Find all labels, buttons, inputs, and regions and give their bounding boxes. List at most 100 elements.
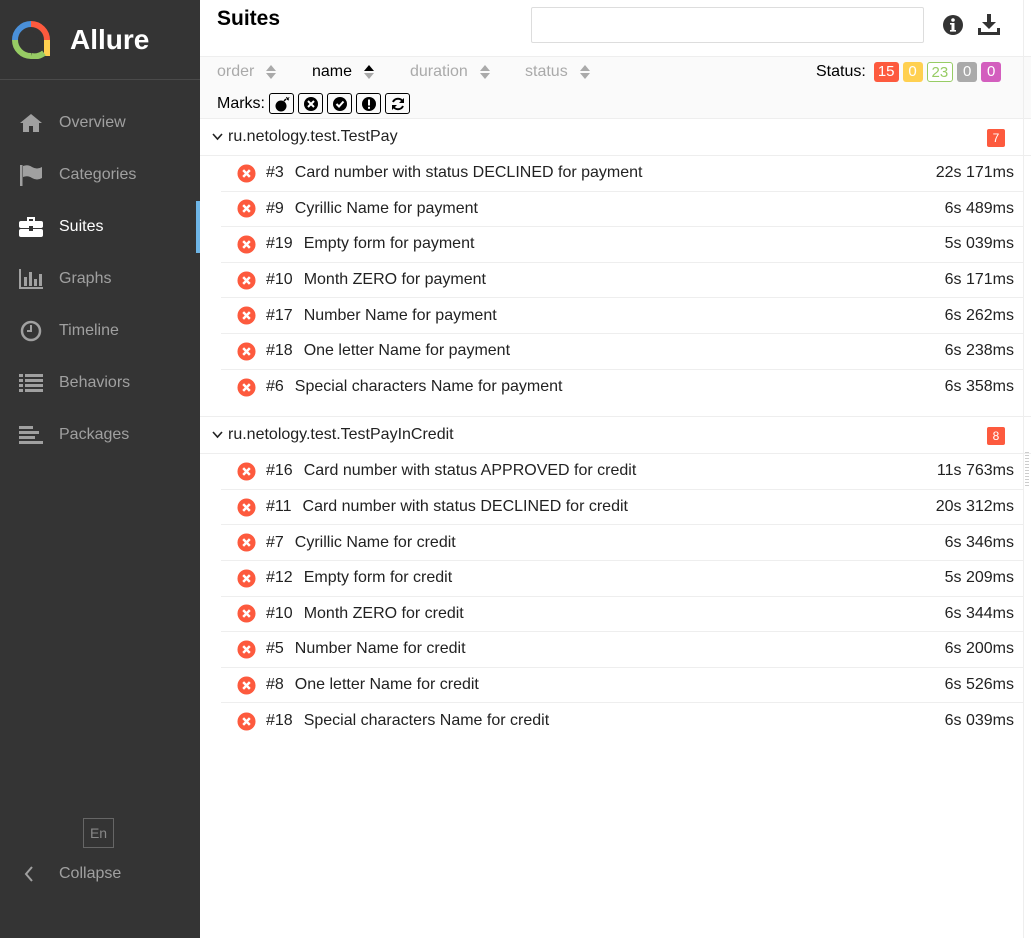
test-duration: 6s 039ms bbox=[944, 712, 1014, 730]
info-icon[interactable] bbox=[941, 13, 965, 37]
check-circle-icon bbox=[332, 96, 347, 111]
status-failed-toggle[interactable]: 15 bbox=[873, 62, 899, 82]
search-input[interactable] bbox=[531, 7, 924, 43]
status-passed-toggle[interactable]: 23 bbox=[926, 62, 954, 82]
mark-new-broken-toggle[interactable] bbox=[356, 93, 381, 114]
failed-icon bbox=[237, 164, 256, 183]
status-unknown-toggle[interactable]: 0 bbox=[981, 62, 1002, 82]
sidebar-item-behaviors[interactable]: Behaviors bbox=[0, 357, 200, 409]
failed-icon bbox=[237, 640, 256, 659]
sidebar-item-label: Graphs bbox=[59, 270, 112, 287]
brand[interactable]: Allure bbox=[0, 0, 200, 80]
briefcase-icon bbox=[18, 215, 44, 239]
sort-by-duration[interactable]: duration bbox=[410, 63, 490, 81]
sidebar-item-label: Behaviors bbox=[59, 374, 131, 391]
test-duration: 6s 346ms bbox=[944, 533, 1014, 551]
chevron-down-icon bbox=[212, 431, 223, 439]
test-name: Card number with status APPROVED for cre… bbox=[303, 462, 637, 480]
sidebar-item-packages[interactable]: Packages bbox=[0, 409, 200, 461]
test-duration: 20s 312ms bbox=[935, 498, 1014, 516]
pane-resize-handle[interactable] bbox=[1025, 452, 1029, 486]
sidebar-item-suites[interactable]: Suites bbox=[0, 201, 200, 253]
test-row[interactable]: #7 Cyrillic Name for credit 6s 346ms bbox=[221, 525, 1023, 561]
test-name: One letter Name for credit bbox=[294, 676, 479, 694]
sidebar-item-graphs[interactable]: Graphs bbox=[0, 253, 200, 305]
sidebar-item-overview[interactable]: Overview bbox=[0, 97, 200, 149]
sidebar-item-label: Suites bbox=[59, 218, 104, 235]
sort-arrows-icon bbox=[479, 65, 490, 79]
test-number: #18 bbox=[266, 712, 293, 730]
test-duration: 6s 171ms bbox=[944, 271, 1014, 289]
test-number: #10 bbox=[266, 604, 293, 622]
suite-name: ru.netology.test.TestPay bbox=[228, 128, 398, 145]
sidebar-item-timeline[interactable]: Timeline bbox=[0, 305, 200, 357]
toolbar: order name duration status Status: 15 0 … bbox=[200, 57, 1031, 119]
collapse-label: Collapse bbox=[59, 865, 122, 882]
test-row[interactable]: #8 One letter Name for credit 6s 526ms bbox=[221, 668, 1023, 704]
test-list: #16 Card number with status APPROVED for … bbox=[200, 454, 1031, 739]
times-circle-icon bbox=[303, 96, 318, 111]
test-duration: 6s 489ms bbox=[944, 199, 1014, 217]
test-row[interactable]: #10 Month ZERO for credit 6s 344ms bbox=[221, 597, 1023, 633]
test-row[interactable]: #3 Card number with status DECLINED for p… bbox=[221, 156, 1023, 192]
test-duration: 6s 344ms bbox=[944, 604, 1014, 622]
mark-new-passed-toggle[interactable] bbox=[327, 93, 352, 114]
status-skipped-toggle[interactable]: 0 bbox=[957, 62, 978, 82]
failed-icon bbox=[237, 378, 256, 397]
bar-chart-icon bbox=[18, 267, 44, 291]
failed-icon bbox=[237, 675, 256, 695]
suite-header[interactable]: ru.netology.test.TestPay 7 bbox=[200, 119, 1031, 156]
test-row[interactable]: #18 Special characters Name for credit 6s … bbox=[221, 703, 1023, 739]
test-number: #8 bbox=[266, 676, 284, 694]
collapse-button[interactable]: Collapse bbox=[18, 858, 121, 890]
suite-name: ru.netology.test.TestPayInCredit bbox=[228, 426, 454, 444]
test-duration: 6s 358ms bbox=[944, 378, 1014, 396]
sidebar-item-label: Categories bbox=[59, 166, 137, 183]
failed-count-badge: 7 bbox=[987, 129, 1005, 147]
language-switch[interactable]: En bbox=[83, 818, 114, 848]
status-broken-toggle[interactable]: 0 bbox=[902, 62, 923, 82]
test-row[interactable]: #18 One letter Name for payment 6s 238ms bbox=[221, 334, 1023, 370]
suite-header[interactable]: ru.netology.test.TestPayInCredit 8 bbox=[200, 417, 1031, 455]
test-row[interactable]: #9 Cyrillic Name for payment 6s 489ms bbox=[221, 192, 1023, 228]
marks-label: Marks: bbox=[217, 94, 265, 112]
test-row[interactable]: #5 Number Name for credit 6s 200ms bbox=[221, 632, 1023, 668]
sidebar-nav: Overview Categories Suites Graphs Timeli… bbox=[0, 97, 200, 461]
mark-flaky-toggle[interactable] bbox=[269, 93, 294, 114]
sort-arrows-icon bbox=[266, 65, 277, 79]
test-row[interactable]: #19 Empty form for payment 5s 039ms bbox=[221, 227, 1023, 263]
sort-by-order[interactable]: order bbox=[217, 63, 277, 81]
test-duration: 5s 039ms bbox=[944, 235, 1014, 253]
test-duration: 5s 209ms bbox=[944, 569, 1014, 587]
test-name: One letter Name for payment bbox=[303, 342, 511, 360]
sort-arrows-icon bbox=[364, 65, 375, 79]
test-name: Card number with status DECLINED for pay… bbox=[294, 164, 643, 182]
mark-new-failed-toggle[interactable] bbox=[298, 93, 323, 114]
test-row[interactable]: #12 Empty form for credit 5s 209ms bbox=[221, 561, 1023, 597]
test-row[interactable]: #16 Card number with status APPROVED for … bbox=[221, 454, 1023, 490]
exclamation-circle-icon bbox=[361, 96, 376, 111]
test-row[interactable]: #11 Card number with status DECLINED for … bbox=[221, 490, 1023, 526]
test-row[interactable]: #10 Month ZERO for payment 6s 171ms bbox=[221, 263, 1023, 299]
test-number: #6 bbox=[266, 378, 284, 396]
download-icon[interactable] bbox=[977, 13, 1001, 37]
test-duration: 6s 262ms bbox=[944, 306, 1014, 324]
sort-label: order bbox=[217, 63, 255, 80]
test-row[interactable]: #6 Special characters Name for payment 6s … bbox=[221, 370, 1023, 406]
sort-by-name[interactable]: name bbox=[312, 63, 375, 81]
test-name: Empty form for credit bbox=[303, 569, 453, 587]
sort-label: status bbox=[525, 63, 568, 80]
pane-divider bbox=[1023, 0, 1024, 938]
sort-by-status[interactable]: status bbox=[525, 63, 590, 81]
sidebar-item-categories[interactable]: Categories bbox=[0, 149, 200, 201]
failed-icon bbox=[237, 342, 256, 361]
test-number: #17 bbox=[266, 306, 293, 324]
chevron-left-icon bbox=[18, 866, 40, 882]
test-duration: 22s 171ms bbox=[935, 164, 1014, 182]
mark-retries-toggle[interactable] bbox=[385, 93, 410, 114]
test-number: #16 bbox=[266, 462, 293, 480]
test-row[interactable]: #17 Number Name for payment 6s 262ms bbox=[221, 298, 1023, 334]
marks-filter: Marks: bbox=[217, 93, 410, 114]
page-title: Suites bbox=[217, 7, 281, 30]
app-name: Allure bbox=[70, 23, 150, 55]
